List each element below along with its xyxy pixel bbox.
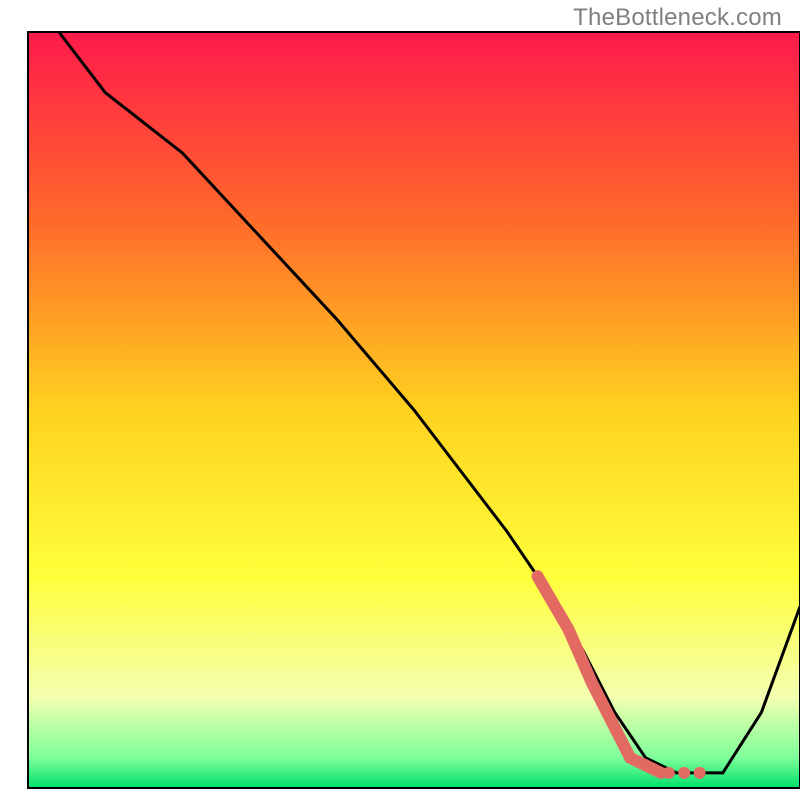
highlight-dot [663,767,675,779]
highlight-dot [678,767,690,779]
watermark-text: TheBottleneck.com [573,4,782,32]
highlight-dot [694,767,706,779]
chart-stage: TheBottleneck.com [0,0,800,800]
highlight-dots [663,767,706,779]
bottleneck-chart [0,0,800,800]
